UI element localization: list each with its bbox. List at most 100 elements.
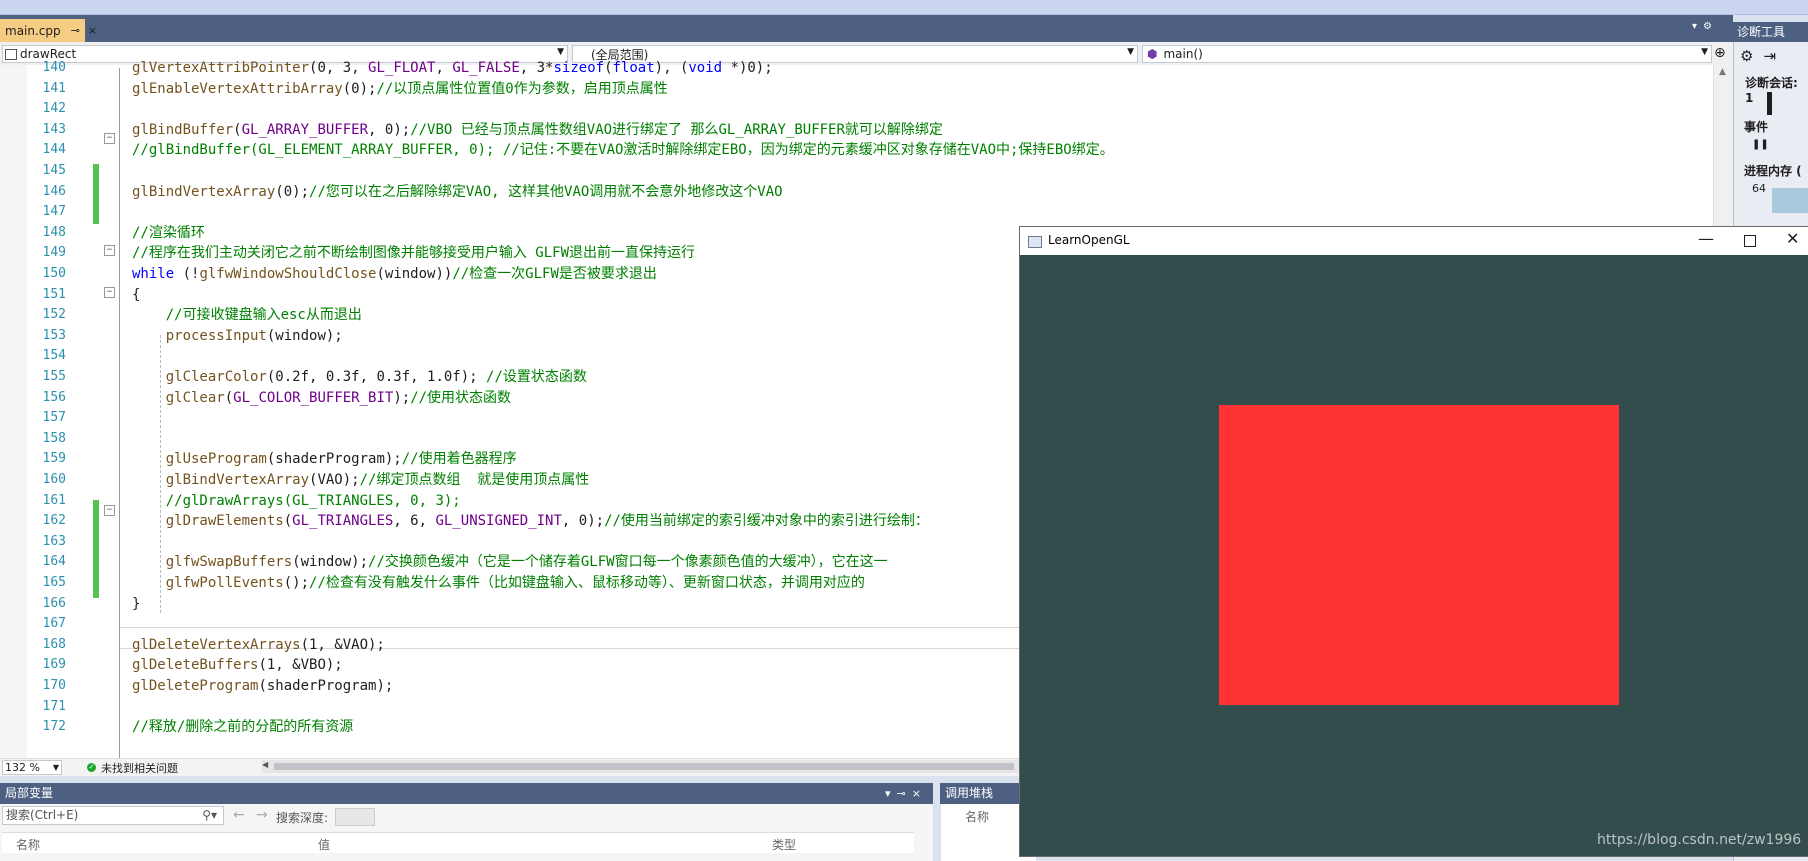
issues-indicator[interactable]: ✓ 未找到相关问题 [87, 760, 178, 776]
search-depth-dropdown[interactable] [335, 808, 375, 826]
chevron-down-icon: ▼ [557, 47, 564, 57]
line-code: } [132, 595, 141, 612]
line-number: 145 [42, 163, 66, 178]
window-app-icon [1028, 236, 1042, 248]
line-number: 157 [42, 410, 66, 426]
line-code: glBindVertexArray(0);//您可以在之后解除绑定VAO, 这样… [132, 183, 783, 200]
code-line[interactable]: 146 glBindVertexArray(0);//您可以在之后解除绑定VAO,… [0, 182, 1733, 203]
code-line[interactable]: 142 [0, 99, 1733, 120]
top-toolbar-strip [0, 0, 1808, 15]
minimize-icon[interactable]: — [1698, 229, 1714, 248]
line-number: 164 [42, 554, 66, 570]
search-placeholder: 搜索(Ctrl+E) [6, 808, 79, 822]
code-line[interactable]: 145 [0, 161, 1733, 182]
line-code: glBindVertexArray(VAO);//绑定顶点数组 就是使用顶点属性 [165, 472, 590, 488]
line-number: 165 [42, 575, 66, 590]
diagnostics-session: 诊断会话: 1 [1745, 76, 1798, 105]
scroll-up-icon[interactable]: ▲ [1719, 67, 1726, 77]
line-number: 147 [42, 204, 66, 220]
forward-arrow-icon[interactable]: → [256, 807, 268, 823]
code-line[interactable]: 141 glEnableVertexAttribArray(0);//以顶点属性位… [0, 79, 1733, 100]
tab-label: main.cpp [5, 23, 61, 38]
line-number: 154 [42, 348, 66, 364]
memory-axis-value: 64 [1752, 182, 1766, 195]
line-number: 161 [42, 492, 66, 508]
line-number: 151 [42, 286, 66, 302]
scroll-left-icon[interactable]: ◀ [262, 760, 268, 769]
zoom-dropdown[interactable]: 132 % ▼ [2, 760, 62, 775]
document-tab-bar [0, 15, 1733, 42]
process-memory-section[interactable]: 进程内存 ( [1744, 162, 1802, 179]
column-header-value[interactable]: 值 [318, 836, 330, 853]
locals-table-header: 名称 值 类型 [2, 832, 914, 853]
line-number: 150 [42, 266, 66, 281]
line-number: 153 [42, 327, 66, 343]
pause-icon[interactable]: ❚❚ [1752, 139, 1769, 150]
close-icon[interactable]: × [88, 24, 97, 37]
line-number: 168 [42, 636, 66, 652]
line-number: 155 [42, 369, 66, 384]
memory-chart [1772, 188, 1808, 213]
search-depth-label: 搜索深度: [276, 811, 329, 825]
line-code: glDeleteBuffers(1, &VBO); [132, 657, 343, 674]
events-section[interactable]: 事件 [1744, 118, 1768, 135]
search-icon[interactable]: ⚲▾ [202, 807, 217, 824]
code-line[interactable]: 147 [0, 202, 1733, 223]
line-code: //可接收键盘输入esc从而退出 [165, 307, 362, 324]
opengl-window-titlebar[interactable]: LearnOpenGL — ✕ [1020, 227, 1808, 255]
locals-panel-title: 局部变量 ▾⊸× [0, 783, 933, 804]
line-number: 146 [42, 183, 66, 199]
scrollbar-thumb[interactable] [274, 763, 1014, 770]
column-header-type[interactable]: 类型 [772, 836, 796, 853]
line-number: 143 [42, 121, 66, 137]
line-number: 140 [42, 60, 66, 75]
line-code: glClearColor(0.2f, 0.3f, 0.3f, 1.0f); //… [165, 369, 587, 385]
maximize-icon[interactable] [1744, 235, 1756, 247]
line-number: 162 [42, 513, 66, 529]
horizontal-scrollbar[interactable]: ◀ [262, 760, 1020, 773]
line-number: 170 [42, 678, 66, 693]
line-number: 142 [42, 101, 66, 117]
issues-text: 未找到相关问题 [101, 761, 178, 775]
line-number: 149 [42, 245, 66, 261]
line-code: glDeleteProgram(shaderProgram); [132, 678, 394, 694]
close-icon[interactable]: ✕ [1786, 229, 1799, 248]
line-code: processInput(window); [165, 327, 343, 344]
line-code: glfwSwapBuffers(window);//交换颜色缓冲（它是一个储存着… [165, 554, 888, 571]
line-code: glDeleteVertexArrays(1, &VAO); [132, 636, 385, 653]
rendered-red-rectangle [1219, 405, 1619, 705]
line-number: 144 [42, 142, 66, 158]
line-code: //glBindBuffer(GL_ELEMENT_ARRAY_BUFFER, … [132, 142, 1114, 159]
line-code: glBindBuffer(GL_ARRAY_BUFFER, 0);//VBO 已… [132, 121, 943, 138]
line-number: 158 [42, 430, 66, 446]
line-number: 152 [42, 307, 66, 323]
pin-icon[interactable]: ⊸ [71, 24, 80, 37]
watermark-text: https://blog.csdn.net/zw1996 [1597, 832, 1802, 848]
line-code: glVertexAttribPointer(0, 3, GL_FLOAT, GL… [132, 60, 773, 76]
diagnostics-toolbar[interactable]: ⚙⇥ [1740, 47, 1786, 65]
panel-window-controls[interactable]: ▾⊸× [885, 783, 927, 804]
column-header-name[interactable]: 名称 [16, 836, 40, 853]
line-number: 171 [42, 698, 66, 714]
line-code: glDrawElements(GL_TRIANGLES, 6, GL_UNSIG… [165, 513, 929, 530]
locals-title-text: 局部变量 [5, 786, 54, 800]
code-line[interactable]: 143 glBindBuffer(GL_ARRAY_BUFFER, 0);//VB… [0, 120, 1733, 141]
line-number: 156 [42, 389, 66, 405]
line-code: glfwPollEvents();//检查有没有触发什么事件（比如键盘输入、鼠标… [165, 575, 865, 591]
timeline-marker [1767, 92, 1772, 115]
line-code: //渲染循环 [132, 224, 205, 241]
zoom-value: 132 % [5, 761, 40, 774]
back-arrow-icon[interactable]: ← [233, 807, 245, 823]
window-title: LearnOpenGL [1048, 233, 1130, 247]
callstack-column-name[interactable]: 名称 [965, 808, 989, 825]
locals-search-input[interactable]: 搜索(Ctrl+E) ⚲▾ [2, 806, 224, 825]
chevron-down-icon: ▼ [1701, 47, 1708, 57]
code-line[interactable]: 144 //glBindBuffer(GL_ELEMENT_ARRAY_BUFFE… [0, 140, 1733, 161]
line-number: 169 [42, 657, 66, 673]
code-line[interactable]: 140 glVertexAttribPointer(0, 3, GL_FLOAT,… [0, 58, 1733, 79]
line-number: 172 [42, 719, 66, 735]
line-code: glClear(GL_COLOR_BUFFER_BIT);//使用状态函数 [165, 389, 512, 406]
tab-overflow-controls[interactable]: ▾⚙ [1692, 21, 1718, 32]
line-number: 141 [42, 80, 66, 96]
tab-main-cpp[interactable]: main.cpp ⊸ × [0, 19, 97, 42]
